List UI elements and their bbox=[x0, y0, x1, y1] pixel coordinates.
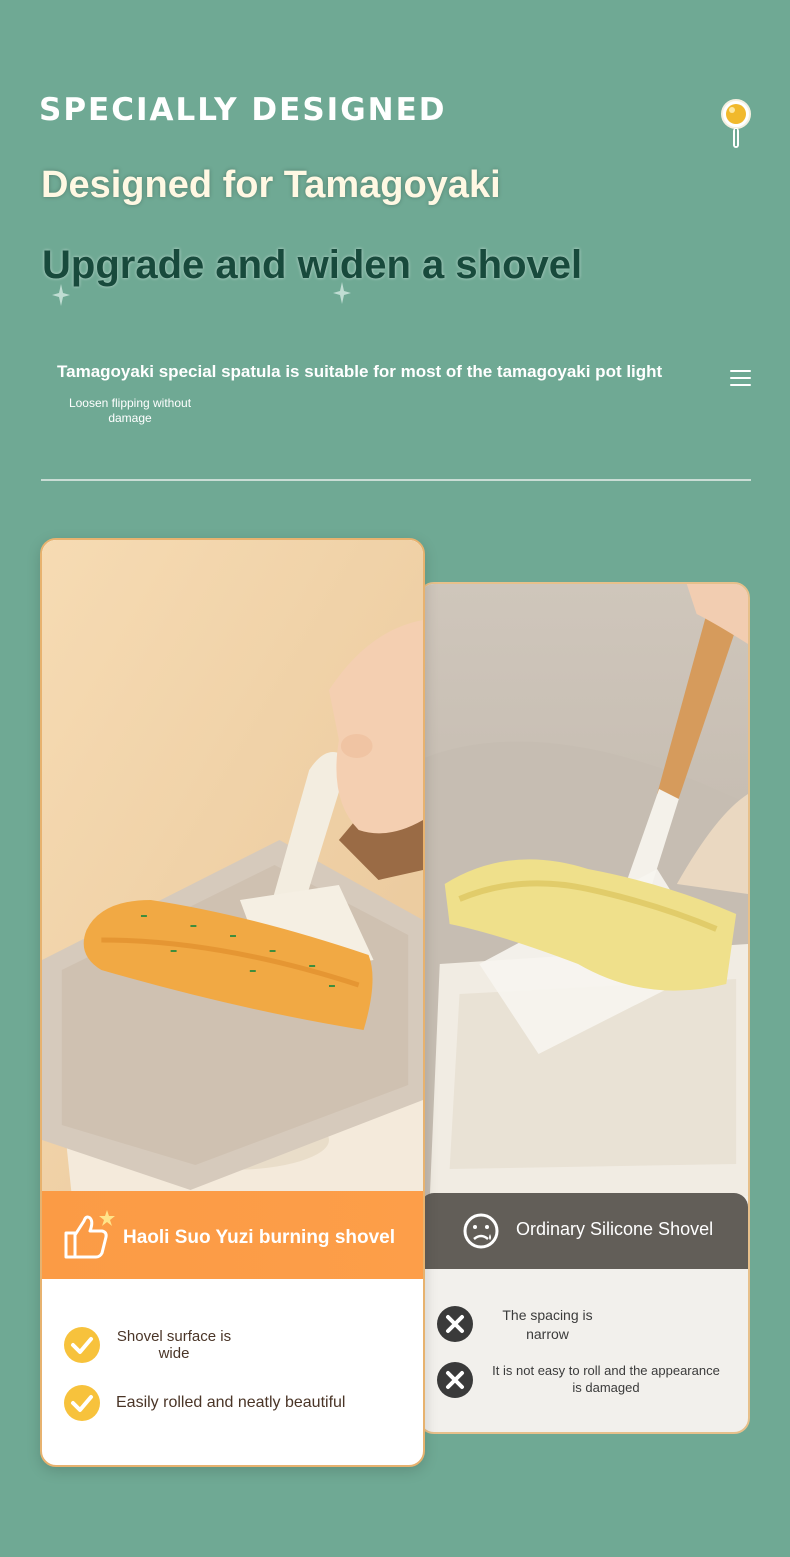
description: Tamagoyaki special spatula is suitable f… bbox=[57, 362, 663, 381]
ordinary-shovel-title: Ordinary Silicone Shovel bbox=[516, 1219, 714, 1239]
sparkle-icon bbox=[52, 284, 70, 306]
haoli-shovel-photo bbox=[42, 540, 423, 1195]
ordinary-shovel-card: Ordinary Silicone Shovel The spacing is … bbox=[418, 582, 750, 1434]
check-icon bbox=[64, 1385, 100, 1421]
sparkle-icon bbox=[333, 282, 351, 304]
feature-2: Easily rolled and neatly beautiful bbox=[116, 1394, 346, 1411]
drawback-1: The spacing is narrow bbox=[502, 1307, 593, 1342]
x-icon bbox=[437, 1306, 473, 1342]
map-pin-icon bbox=[721, 99, 751, 148]
drawback-2: It is not easy to roll and the appearanc… bbox=[492, 1363, 720, 1395]
haoli-shovel-card: Haoli Suo Yuzi burning shovel Shovel sur… bbox=[40, 538, 425, 1467]
star-icon bbox=[99, 1210, 115, 1226]
menu-icon[interactable] bbox=[730, 370, 751, 386]
ordinary-shovel-band: Ordinary Silicone Shovel bbox=[420, 1193, 748, 1269]
feature-1: Shovel surface is wide bbox=[116, 1328, 232, 1362]
divider bbox=[41, 479, 751, 481]
haoli-shovel-band: Haoli Suo Yuzi burning shovel bbox=[42, 1191, 423, 1279]
ordinary-shovel-photo bbox=[420, 584, 748, 1196]
x-icon bbox=[437, 1362, 473, 1398]
sad-face-icon bbox=[463, 1213, 499, 1249]
subhead: Upgrade and widen a shovel bbox=[42, 243, 583, 287]
note: Loosen flipping without damage bbox=[68, 396, 192, 425]
eyebrow-title: SPECIALLY DESIGNED bbox=[39, 92, 447, 128]
check-icon bbox=[64, 1327, 100, 1363]
headline: Designed for Tamagoyaki bbox=[41, 164, 501, 206]
haoli-shovel-title: Haoli Suo Yuzi burning shovel bbox=[123, 1227, 396, 1248]
